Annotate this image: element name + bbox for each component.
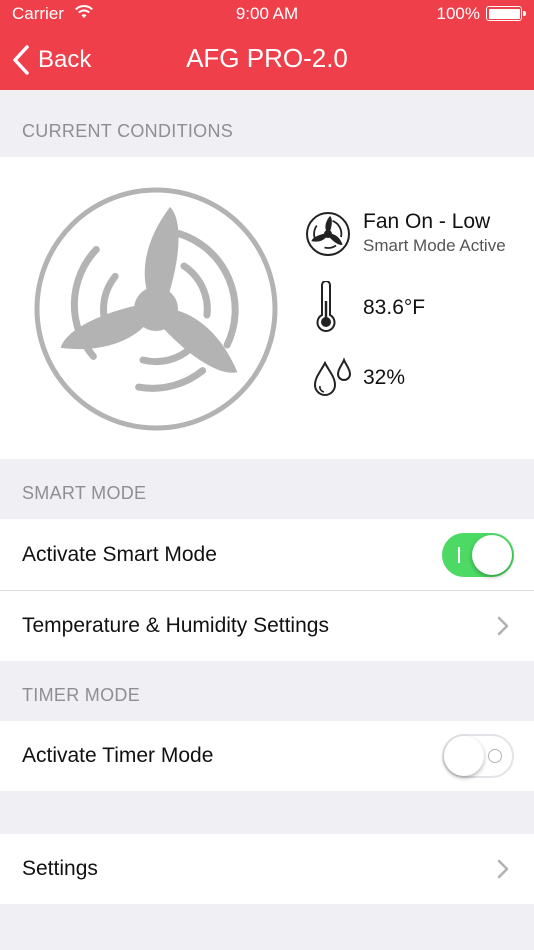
conditions-card: Fan On - Low Smart Mode Active 83.6°F 32… xyxy=(0,157,534,459)
mode-status-text: Smart Mode Active xyxy=(363,236,506,255)
temperature-value: 83.6°F xyxy=(363,296,426,319)
humidity-value: 32% xyxy=(363,366,406,389)
timer-mode-toggle[interactable] xyxy=(442,734,514,778)
toggle-on-mark xyxy=(458,546,460,563)
battery-icon xyxy=(486,6,526,21)
fan-icon xyxy=(306,212,350,256)
fan-status-text: Fan On - Low xyxy=(363,210,491,233)
chevron-right-icon xyxy=(497,859,509,879)
fan-large-icon xyxy=(34,187,278,431)
smart-mode-header: SMART MODE xyxy=(22,483,147,503)
temperature-humidity-settings-row[interactable]: Temperature & Humidity Settings xyxy=(0,591,534,661)
settings-label: Settings xyxy=(22,857,98,880)
activate-timer-mode-label: Activate Timer Mode xyxy=(22,744,214,767)
thermometer-icon xyxy=(316,281,336,332)
activate-smart-mode-row: Activate Smart Mode xyxy=(0,519,534,590)
settings-row[interactable]: Settings xyxy=(0,834,534,904)
chevron-right-icon xyxy=(497,616,509,636)
humidity-drops-icon xyxy=(313,357,352,396)
navigation-bar: Carrier 9:00 AM 100% Back AFG PRO-2.0 xyxy=(0,0,534,90)
toggle-off-mark xyxy=(488,749,502,763)
battery-percentage: 100% xyxy=(436,4,480,23)
temperature-humidity-settings-label: Temperature & Humidity Settings xyxy=(22,614,329,637)
toggle-knob xyxy=(472,534,512,575)
activate-smart-mode-label: Activate Smart Mode xyxy=(22,542,217,566)
page-title: AFG PRO-2.0 xyxy=(186,43,348,73)
current-conditions-header: CURRENT CONDITIONS xyxy=(22,121,234,141)
activate-timer-mode-row: Activate Timer Mode xyxy=(0,721,534,791)
toggle-knob xyxy=(444,736,484,776)
status-bar: Carrier 9:00 AM 100% xyxy=(0,0,534,28)
smart-mode-toggle[interactable] xyxy=(442,532,514,577)
timer-mode-header: TIMER MODE xyxy=(22,685,140,705)
